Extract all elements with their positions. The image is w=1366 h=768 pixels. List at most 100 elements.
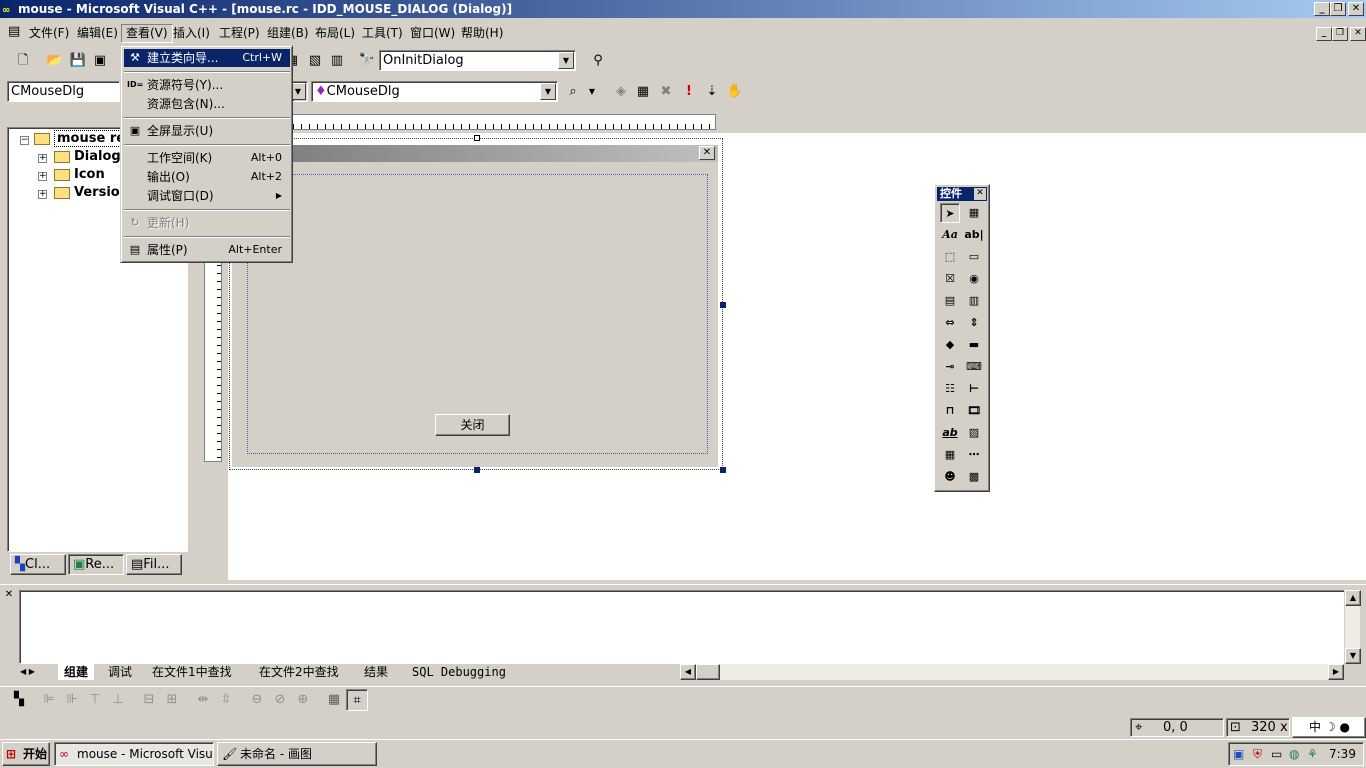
find-icon[interactable]: 🔭 xyxy=(356,50,378,72)
save-icon[interactable]: 💾 xyxy=(67,50,89,72)
month-calendar-icon[interactable]: ▦ xyxy=(940,445,960,465)
date-time-picker-icon[interactable]: ▨ xyxy=(964,423,984,443)
save-all-icon[interactable]: ▣ xyxy=(89,50,111,72)
menu-item-resource-symbols[interactable]: ID= 资源符号(Y)... xyxy=(124,76,290,94)
horizontal-scrollbar-icon[interactable]: ⇔ xyxy=(940,313,960,333)
tab-fileview[interactable]: ▤Fil... xyxy=(126,554,182,575)
tab-control-icon[interactable]: ⊓ xyxy=(940,401,960,421)
ip-address-icon[interactable]: ⋯ xyxy=(964,445,984,465)
pointer-icon[interactable]: ➤ xyxy=(940,203,960,223)
mdi-minimize-button[interactable]: _ xyxy=(1316,27,1332,41)
start-button[interactable]: ⊞ 开始 xyxy=(2,742,50,766)
output-tab-debug[interactable]: 调试 xyxy=(104,664,136,680)
check-box-icon[interactable]: ☒ xyxy=(940,269,960,289)
filter-combo[interactable]: ▼ xyxy=(292,81,308,102)
minimize-button[interactable]: _ xyxy=(1314,2,1330,16)
group-box-icon[interactable]: ⬚ xyxy=(940,247,960,267)
task-paint[interactable]: 🖌 未命名 - 画图 xyxy=(217,742,377,766)
menu-item-class-wizard[interactable]: ⚒ 建立类向导... Ctrl+W xyxy=(124,49,290,67)
scroll-up-icon[interactable]: ▲ xyxy=(1345,590,1361,606)
output-vertical-scrollbar[interactable]: ▲ ▼ xyxy=(1344,590,1361,664)
chevron-down-icon[interactable]: ▼ xyxy=(558,52,574,69)
menu-item-output[interactable]: 输出(O) Alt+2 xyxy=(124,168,290,186)
breakpoint-hand-icon[interactable]: ✋ xyxy=(724,81,746,103)
mdi-restore-button[interactable]: ❐ xyxy=(1332,27,1348,41)
dialog-close-button[interactable]: 关闭 xyxy=(435,414,510,436)
animate-icon[interactable]: 🎞 xyxy=(964,401,984,421)
output-tab-build[interactable]: 组建 xyxy=(58,664,95,680)
menu-edit[interactable]: 编辑(E) xyxy=(73,24,122,43)
output-tab-results[interactable]: 结果 xyxy=(360,664,392,680)
resize-handle[interactable] xyxy=(474,135,480,141)
align-bottom-icon[interactable]: ⊥ xyxy=(107,689,129,711)
same-height-icon[interactable]: ⊘ xyxy=(269,689,291,711)
align-left-icon[interactable]: ⊫ xyxy=(38,689,60,711)
menu-file[interactable]: 文件(F) xyxy=(25,24,73,43)
test-dialog-icon[interactable]: ▚ xyxy=(8,689,30,711)
static-text-icon[interactable]: Aa xyxy=(940,225,960,245)
execute-icon[interactable]: ! xyxy=(678,81,700,103)
spin-icon[interactable]: ◆ xyxy=(940,335,960,355)
resize-handle[interactable] xyxy=(474,467,480,473)
edit-box-icon[interactable]: ab| xyxy=(964,225,984,245)
go-icon[interactable]: ⇣ xyxy=(701,81,723,103)
close-icon[interactable]: ✕ xyxy=(3,589,15,601)
expand-icon[interactable]: + xyxy=(38,190,47,199)
custom-control-icon[interactable]: ☻ xyxy=(940,467,960,487)
output-tab-find1[interactable]: 在文件1中查找 xyxy=(148,664,236,680)
scroll-down-icon[interactable]: ▼ xyxy=(1345,648,1361,664)
chevron-down-icon[interactable]: ▼ xyxy=(293,83,306,100)
chevron-down-icon[interactable]: ▼ xyxy=(581,81,603,103)
combo-box-icon[interactable]: ▤ xyxy=(940,291,960,311)
task-visual-cpp[interactable]: ∞ mouse - Microsoft Visual ... xyxy=(54,742,214,766)
center-vertical-icon[interactable]: ⊟ xyxy=(138,689,160,711)
button-icon[interactable]: ▭ xyxy=(964,247,984,267)
space-across-icon[interactable]: ⇹ xyxy=(192,689,214,711)
stop-build-icon[interactable]: ✖ xyxy=(655,81,677,103)
tree-node-icon[interactable]: Icon xyxy=(54,167,105,182)
menu-layout[interactable]: 布局(L) xyxy=(311,24,359,43)
tree-node-version[interactable]: Version xyxy=(54,185,129,200)
menu-item-full-screen[interactable]: ▣ 全屏显示(U) xyxy=(124,122,290,140)
resize-handle[interactable] xyxy=(720,302,726,308)
same-size-icon[interactable]: ⊕ xyxy=(292,689,314,711)
extended-combo-icon[interactable]: ▩ xyxy=(964,467,984,487)
class-combo[interactable]: CMouseDlg xyxy=(7,81,120,102)
new-file-icon[interactable]: 🗋 xyxy=(12,50,34,72)
center-horizontal-icon[interactable]: ⊞ xyxy=(161,689,183,711)
function-combo[interactable]: OnInitDialog ▼ xyxy=(379,50,576,71)
build-icon[interactable]: ▦ xyxy=(632,81,654,103)
tab-scroll-arrows[interactable]: ◀ ▶ xyxy=(20,664,50,680)
tray-monitor-icon[interactable]: ▭ xyxy=(1271,743,1282,765)
scroll-right-icon[interactable]: ▶ xyxy=(1328,664,1344,680)
tray-network-icon[interactable]: ▣ xyxy=(1233,743,1244,765)
expand-icon[interactable]: + xyxy=(38,172,47,181)
list-control-icon[interactable]: ☷ xyxy=(940,379,960,399)
align-right-icon[interactable]: ⊪ xyxy=(61,689,83,711)
resource-icon[interactable]: ▧ xyxy=(304,50,326,72)
resize-handle[interactable] xyxy=(720,467,726,473)
chevron-down-icon[interactable]: ▼ xyxy=(540,83,556,100)
scroll-left-icon[interactable]: ◀ xyxy=(680,664,696,680)
output-horizontal-scrollbar[interactable]: ◀ ▶ xyxy=(680,664,1344,680)
progress-icon[interactable]: ▬ xyxy=(964,335,984,355)
menu-insert[interactable]: 插入(I) xyxy=(169,24,214,43)
tree-control-icon[interactable]: ⊢ xyxy=(964,379,984,399)
open-folder-icon[interactable]: 📂 xyxy=(44,50,66,72)
scroll-thumb[interactable] xyxy=(696,664,720,680)
picture-icon[interactable]: ▦ xyxy=(964,203,984,223)
tree-node-dialog[interactable]: Dialog xyxy=(54,149,121,164)
vertical-scrollbar-icon[interactable]: ⇕ xyxy=(964,313,984,333)
menu-item-debug-windows[interactable]: 调试窗口(D) ▶ xyxy=(124,187,290,205)
output-text-area[interactable] xyxy=(19,590,1346,664)
tab-resourceview[interactable]: ▣Re... xyxy=(68,554,124,575)
menu-view[interactable]: 查看(V) xyxy=(121,24,173,43)
compile-icon[interactable]: ◈ xyxy=(610,81,632,103)
menu-project[interactable]: 工程(P) xyxy=(215,24,264,43)
menu-item-properties[interactable]: ▤ 属性(P) Alt+Enter xyxy=(124,241,290,259)
dialog-icon[interactable]: ▥ xyxy=(326,50,348,72)
menu-item-workspace[interactable]: 工作空间(K) Alt+0 xyxy=(124,149,290,167)
menu-build[interactable]: 组建(B) xyxy=(263,24,313,43)
toggle-grid-icon[interactable]: ▦ xyxy=(323,689,345,711)
tray-app-icon[interactable]: ⚘ xyxy=(1307,743,1318,765)
